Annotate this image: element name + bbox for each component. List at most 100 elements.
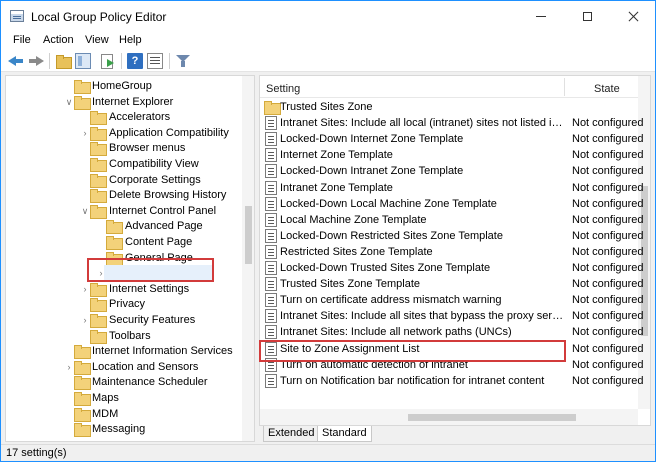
chevron-right-icon[interactable]: › <box>80 125 90 141</box>
policy-name: Intranet Zone Template <box>280 181 393 194</box>
chevron-down-icon[interactable]: ∨ <box>80 203 90 219</box>
tree-item[interactable]: HomeGroup <box>6 78 242 94</box>
policy-row[interactable]: Turn on Notification bar notification fo… <box>260 373 644 389</box>
menu-help[interactable]: Help <box>119 34 142 46</box>
folder-icon <box>74 95 91 110</box>
policy-state: Not configured <box>572 358 644 371</box>
column-divider[interactable] <box>564 78 565 96</box>
column-header-setting[interactable]: Setting <box>266 83 300 95</box>
tree-item-label: Internet Settings <box>109 282 190 295</box>
policy-row[interactable]: Local Machine Zone Template Not configure… <box>260 212 644 228</box>
export-list-icon[interactable] <box>99 53 115 69</box>
title-bar[interactable]: Local Group Policy Editor <box>1 1 655 32</box>
tree-item[interactable]: Toolbars <box>6 328 242 344</box>
tree-item-label: Browser menus <box>109 142 186 155</box>
tree-item[interactable]: Maintenance Scheduler <box>6 374 242 391</box>
minimize-button[interactable] <box>518 1 564 32</box>
toolbar-divider <box>49 53 50 69</box>
tree-item[interactable]: Delete Browsing History <box>6 187 242 204</box>
chevron-right-icon[interactable]: › <box>80 281 90 297</box>
tree-item[interactable]: ∨ Internet Explorer <box>6 94 242 110</box>
tree-item[interactable]: › Internet Settings <box>6 281 242 297</box>
tree-item[interactable]: › Security Features <box>6 312 242 328</box>
help-icon[interactable]: ? <box>127 53 143 69</box>
tree-item[interactable]: MDM <box>6 406 242 422</box>
tree-item-label: Content Page <box>125 236 193 248</box>
folder-icon <box>90 314 107 328</box>
policy-setting-icon <box>265 309 277 324</box>
chevron-right-icon[interactable]: › <box>64 359 74 375</box>
policy-row[interactable]: Locked-Down Internet Zone Template Not co… <box>260 131 644 147</box>
menu-action[interactable]: Action <box>43 34 74 46</box>
tree-item-label: MDM <box>92 407 119 420</box>
tab-standard[interactable]: Standard <box>317 426 372 442</box>
policy-row[interactable]: Locked-Down Intranet Zone Template Not co… <box>260 163 644 179</box>
policy-row[interactable]: Intranet Zone Template Not configured <box>260 180 644 196</box>
chevron-right-icon[interactable]: › <box>80 312 90 328</box>
settings-folder-row[interactable]: Trusted Sites Zone <box>260 99 640 115</box>
tree-item[interactable]: Compatibility View <box>6 156 242 172</box>
tree-item[interactable]: Privacy <box>6 296 242 313</box>
close-button[interactable] <box>610 1 655 32</box>
tree-item[interactable]: Accelerators <box>6 109 242 126</box>
policy-name: Locked-Down Local Machine Zone Template <box>280 197 497 210</box>
column-header-state[interactable]: State <box>594 83 620 95</box>
tree-item[interactable]: ∨ Internet Control Panel <box>6 203 242 219</box>
folder-icon <box>74 345 91 360</box>
policy-name: Locked-Down Internet Zone Template <box>280 133 464 146</box>
policy-row[interactable]: Intranet Sites: Include all network path… <box>260 324 644 340</box>
maximize-button[interactable] <box>564 1 610 32</box>
filter-icon[interactable] <box>175 53 191 69</box>
policy-row[interactable]: Turn on certificate address mismatch war… <box>260 292 644 308</box>
policy-setting-icon <box>265 261 277 275</box>
policy-row[interactable]: Locked-Down Trusted Sites Zone Template N… <box>260 260 644 276</box>
policy-row[interactable]: Locked-Down Local Machine Zone Template N… <box>260 196 644 212</box>
policy-row[interactable]: Intranet Sites: Include all local (intra… <box>260 115 644 131</box>
chevron-down-icon[interactable]: ∨ <box>64 94 74 110</box>
tree-scroll-thumb[interactable] <box>245 206 252 264</box>
folder-icon <box>106 220 123 235</box>
policy-state: Not configured <box>572 197 644 210</box>
app-window: Local Group Policy Editor File Action Vi… <box>0 0 656 462</box>
back-arrow-icon[interactable] <box>8 53 24 69</box>
policy-row[interactable]: Trusted Sites Zone Template Not configure… <box>260 276 644 292</box>
policy-row[interactable]: Locked-Down Restricted Sites Zone Templa… <box>260 228 644 244</box>
policy-setting-icon <box>265 373 277 388</box>
tree-item[interactable]: › Location and Sensors <box>6 359 242 375</box>
tree-item-label: Internet Explorer <box>92 95 174 108</box>
up-folder-icon[interactable] <box>55 53 72 69</box>
tab-extended[interactable]: Extended <box>263 426 320 442</box>
settings-horizontal-scroll-thumb[interactable] <box>408 414 576 421</box>
tree-item[interactable]: › Application Compatibility <box>6 125 242 141</box>
policy-setting-icon <box>265 148 277 163</box>
folder-icon <box>90 158 107 172</box>
folder-icon <box>74 80 91 94</box>
tree-item-label: Internet Control Panel <box>109 204 217 217</box>
menu-view[interactable]: View <box>85 34 109 46</box>
folder-icon <box>90 282 107 297</box>
properties-icon[interactable] <box>147 53 163 69</box>
policy-setting-icon <box>265 132 277 147</box>
show-hide-tree-icon[interactable] <box>75 53 91 69</box>
tree-item-label: Advanced Page <box>125 220 203 233</box>
policy-row[interactable]: Intranet Sites: Include all sites that b… <box>260 308 644 324</box>
folder-icon <box>90 126 107 141</box>
tree-item-label: Accelerators <box>109 111 171 124</box>
policy-state: Not configured <box>572 245 644 258</box>
tree-item-label: Delete Browsing History <box>109 189 227 202</box>
policy-name: Internet Zone Template <box>280 149 393 162</box>
tree-item[interactable]: Content Page <box>6 234 242 250</box>
folder-icon <box>74 407 91 422</box>
tree-item[interactable]: Maps <box>6 390 242 406</box>
folder-icon <box>90 298 107 313</box>
policy-row[interactable]: Internet Zone Template Not configured <box>260 147 644 163</box>
tree-item[interactable]: Internet Information Services <box>6 343 242 360</box>
menu-file[interactable]: File <box>13 34 31 46</box>
policy-row[interactable]: Restricted Sites Zone Template Not config… <box>260 244 644 260</box>
forward-arrow-icon[interactable] <box>28 53 44 69</box>
tree-item[interactable]: Corporate Settings <box>6 172 242 188</box>
tree-item[interactable]: Browser menus <box>6 140 242 157</box>
tree-item[interactable]: Messaging <box>6 421 242 438</box>
tree-item[interactable]: Advanced Page <box>6 218 242 235</box>
policy-setting-icon <box>265 180 277 195</box>
